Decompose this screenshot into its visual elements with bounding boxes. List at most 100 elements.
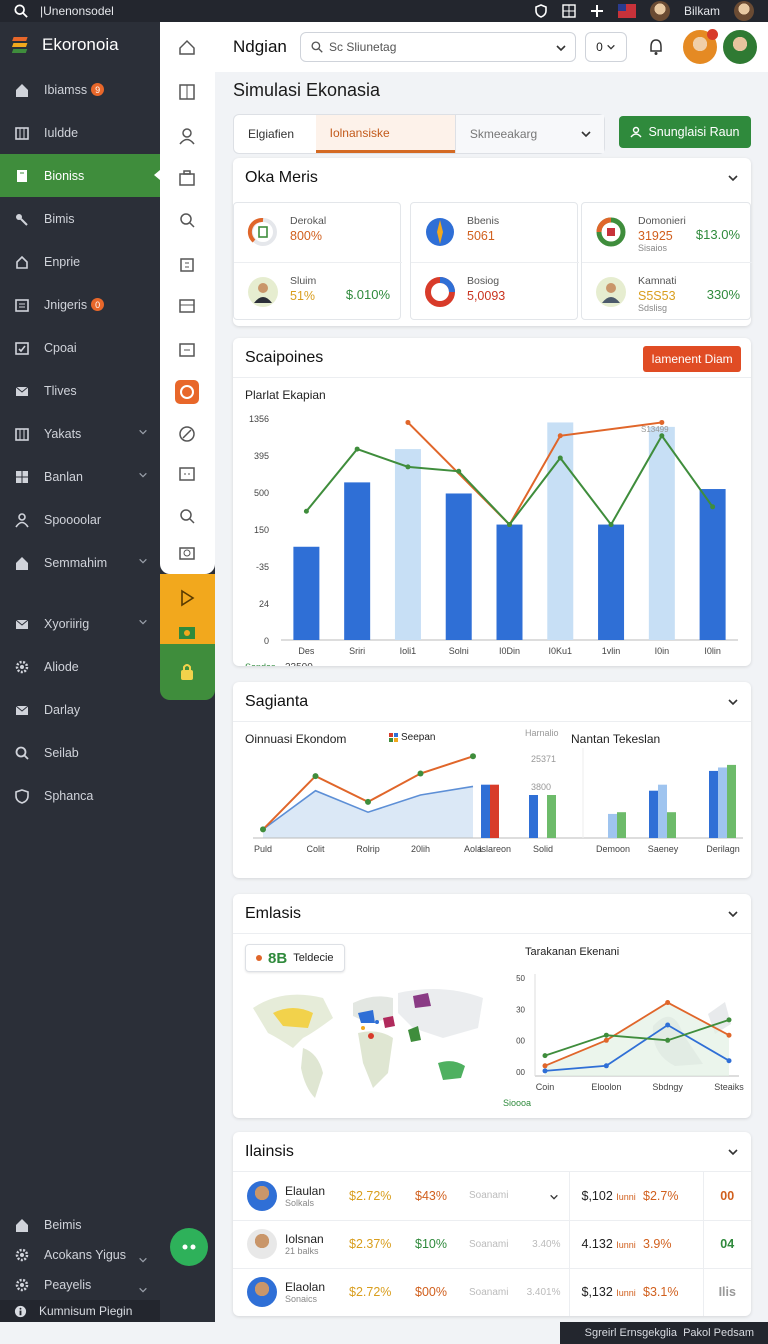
- metric-label: Bbenis: [467, 215, 500, 227]
- metric-change: $13.0%: [695, 227, 740, 242]
- search-icon[interactable]: [177, 506, 197, 526]
- plus-icon[interactable]: [590, 4, 604, 18]
- edit-icon[interactable]: [177, 38, 197, 58]
- tab-iolnansiske[interactable]: Iolnansiske: [315, 115, 455, 153]
- scenario-dropdown[interactable]: Skmeeakarg: [454, 115, 604, 153]
- bell-icon[interactable]: [647, 38, 665, 56]
- briefcase-icon[interactable]: [177, 168, 197, 188]
- grid-icon: [16, 470, 28, 483]
- sidebar-item-acokans-yigus[interactable]: Acokans Yigus: [0, 1240, 160, 1270]
- tab-elgiafien[interactable]: Elgiafien: [234, 115, 316, 153]
- sidebar-item-spoooolar[interactable]: Spoooolar: [0, 498, 160, 541]
- search-icon[interactable]: [14, 4, 28, 18]
- metric-item[interactable]: Derokal 800%: [234, 203, 402, 261]
- ilainsis-card-header[interactable]: Ilainsis: [233, 1132, 751, 1172]
- data-point: [303, 508, 309, 514]
- table-icon[interactable]: [177, 296, 197, 316]
- avatar[interactable]: [734, 1, 754, 21]
- gauge-icon: [247, 217, 277, 246]
- chat-button[interactable]: [170, 1228, 208, 1266]
- metric-item[interactable]: Domonieri 31925 Sisaios $13.0%: [582, 203, 752, 261]
- lock-icon[interactable]: [177, 662, 197, 682]
- sidebar-item-xyoriirig[interactable]: Xyoriirig: [0, 602, 160, 645]
- metric-item[interactable]: Kamnati S5S53 Sdslisg 330%: [582, 262, 752, 320]
- sidebar-item-label: Sphanca: [44, 788, 94, 803]
- refresh-icon[interactable]: [175, 380, 199, 404]
- mail-icon: [15, 619, 29, 629]
- emlasis-card-header[interactable]: Emlasis: [233, 894, 751, 934]
- chevron-down-icon[interactable]: [727, 172, 739, 184]
- sidebar-item-cpoai[interactable]: Cpoai: [0, 326, 160, 369]
- row-value: $2.72%: [349, 1268, 415, 1316]
- document-icon: [17, 169, 27, 182]
- metric-item[interactable]: Sluim 51% $.010%: [234, 262, 402, 320]
- user-icon[interactable]: [177, 126, 197, 146]
- data-point: [405, 464, 411, 470]
- chevron-down-icon[interactable]: [727, 696, 739, 708]
- play-icon[interactable]: [177, 588, 197, 608]
- filter-select[interactable]: 0: [585, 32, 627, 62]
- metrics-card-header[interactable]: Oka Meris: [233, 158, 751, 198]
- sidebar-item-sphanca[interactable]: Sphanca: [0, 774, 160, 817]
- grid-icon[interactable]: [562, 4, 576, 18]
- sidebar-item-ibiamss[interactable]: Ibiamss 9: [0, 68, 160, 111]
- data-point: [405, 419, 411, 425]
- metric-item[interactable]: Bbenis 5061: [411, 203, 579, 261]
- building-icon[interactable]: [177, 254, 197, 274]
- shield-icon[interactable]: [534, 4, 548, 18]
- avatar[interactable]: [683, 29, 718, 64]
- sidebar-item-bimis[interactable]: Bimis: [0, 197, 160, 240]
- chevron-down-icon[interactable]: [549, 1192, 559, 1202]
- terminal-icon[interactable]: [177, 340, 197, 360]
- data-point: [603, 1063, 609, 1069]
- search-icon[interactable]: [177, 210, 197, 230]
- app-header: Ndgian Sc Sliunetag 0: [215, 22, 768, 72]
- window-title: |Unenonsodel: [40, 4, 114, 18]
- search-input[interactable]: Sc Sliunetag: [300, 32, 576, 62]
- compass-icon[interactable]: [177, 424, 197, 444]
- sidebar-item-bioniss[interactable]: Bioniss: [0, 154, 160, 197]
- sidebar-item-tlives[interactable]: Tlives: [0, 369, 160, 412]
- run-simulation-button[interactable]: Snunglaisi Raun: [619, 116, 751, 148]
- sidebar-item-darlay[interactable]: Darlay: [0, 688, 160, 731]
- window-icon[interactable]: [177, 464, 197, 484]
- map-badge[interactable]: 8B Teldecie: [245, 944, 345, 972]
- row-sub: Sonaics: [285, 1294, 318, 1304]
- brand[interactable]: Ekoronoia: [0, 22, 160, 68]
- sidebar-item-banlan[interactable]: Banlan: [0, 455, 160, 498]
- sidebar-item-seilab[interactable]: Seilab: [0, 731, 160, 774]
- chevron-down-icon[interactable]: [727, 1146, 739, 1158]
- sidebar-footer[interactable]: Kumnisum Piegin: [0, 1300, 160, 1322]
- camera-icon[interactable]: [177, 542, 197, 562]
- book-icon[interactable]: [177, 82, 197, 102]
- sidebar-item-semmahim[interactable]: Semmahim: [0, 541, 160, 584]
- mail-icon: [15, 705, 29, 715]
- row-unit: Iunni: [616, 1191, 636, 1202]
- home-icon: [16, 1219, 28, 1232]
- table-row[interactable]: Elaolan Sonaics $2.72% $00% Soanami 3.401% $,1…: [233, 1268, 751, 1316]
- metric-item[interactable]: Bosiog 5,0093: [411, 262, 579, 320]
- table-row[interactable]: Iolsnan 21 balks $2.37% $10% Soanami 3.40% 4.1…: [233, 1220, 751, 1269]
- sidebar-item-jnigeris[interactable]: Jnigeris 0: [0, 283, 160, 326]
- tag-icon[interactable]: [177, 626, 197, 640]
- sagianta-card-header[interactable]: Sagianta: [233, 682, 751, 722]
- sidebar-item-beimis[interactable]: Beimis: [0, 1210, 160, 1240]
- table-row[interactable]: Elaulan Solkals $2.72% $43% Soanami $,102 Iun…: [233, 1172, 751, 1221]
- chart-title: Tarakanan Ekenani: [525, 946, 620, 958]
- sidebar-item-peayelis[interactable]: Peayelis: [0, 1270, 160, 1300]
- sidebar-item-aliode[interactable]: Aliode: [0, 645, 160, 688]
- sidebar-item-iuldde[interactable]: Iuldde: [0, 111, 160, 154]
- avatar[interactable]: [723, 30, 757, 64]
- scenario-action-button[interactable]: Iamenent Diam: [643, 346, 741, 372]
- row-name: Elaolan: [285, 1280, 326, 1294]
- sidebar-item-enprie[interactable]: Enprie: [0, 240, 160, 283]
- avatar[interactable]: [649, 1, 670, 21]
- x-tick-label: Rolrip: [356, 844, 380, 854]
- scenario-dropdown-value: Skmeeakarg: [469, 127, 538, 141]
- sidebar-item-yakats[interactable]: Yakats: [0, 412, 160, 455]
- sidebar-item-label: Spoooolar: [44, 512, 101, 527]
- world-map[interactable]: [243, 978, 503, 1108]
- chevron-down-icon[interactable]: [727, 908, 739, 920]
- y-tick-label: -35: [256, 562, 269, 572]
- data-point: [603, 1032, 609, 1038]
